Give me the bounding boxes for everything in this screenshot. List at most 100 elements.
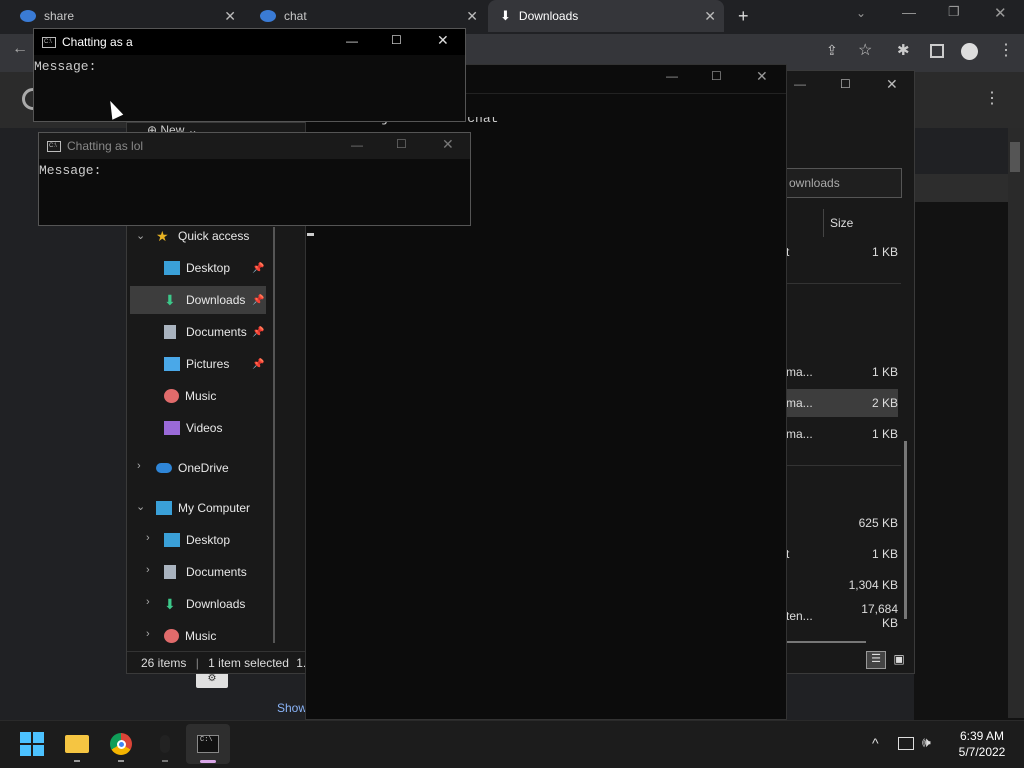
title-bar[interactable]: C:\ Chatting as a — ☐ ✕	[34, 29, 465, 55]
pin-icon[interactable]: 📌	[252, 295, 264, 306]
maximize-icon[interactable]: ☐	[391, 33, 402, 47]
column-divider	[823, 209, 824, 237]
large-icons-view-icon[interactable]: ▣	[890, 651, 908, 669]
list-item[interactable]: 1,304 KB	[786, 571, 898, 599]
windows-icon	[20, 732, 44, 756]
download-icon: ⬇	[164, 596, 176, 612]
menu-icon[interactable]: ⋮	[998, 40, 1014, 60]
chevron-right-icon[interactable]: ›	[146, 628, 150, 640]
pin-icon[interactable]: 📌	[252, 359, 264, 370]
chrome-taskbar-button[interactable]	[105, 729, 137, 759]
close-tab-icon[interactable]: ✕	[704, 8, 716, 25]
close-tab-icon[interactable]: ✕	[224, 8, 236, 25]
list-item[interactable]: ma... 1 KB	[786, 420, 898, 448]
list-item[interactable]: ma... 1 KB	[786, 358, 898, 386]
page-scrollbar[interactable]	[1008, 128, 1024, 718]
nav-item-desktop[interactable]: Desktop	[164, 254, 230, 282]
nav-scrollbar[interactable]	[273, 227, 275, 643]
tab-label: Downloads	[518, 9, 579, 23]
terminal-taskbar-button[interactable]: C:\	[192, 729, 224, 759]
extensions-icon[interactable]: ✱	[897, 41, 910, 59]
list-item[interactable]: ten... 17,684 KB	[786, 602, 898, 630]
list-item-selected[interactable]: ma... 2 KB	[786, 389, 898, 417]
list-item[interactable]: t1 KB	[786, 238, 898, 266]
nav-onedrive[interactable]: OneDrive	[156, 454, 229, 482]
status-bar: 26 items | 1 item selected 1.6	[141, 656, 313, 670]
nav-my-computer[interactable]: My Computer	[156, 494, 250, 522]
network-icon[interactable]	[898, 737, 914, 750]
group-divider	[786, 283, 901, 284]
maximize-icon[interactable]: ☐	[396, 137, 407, 151]
nav-item-desktop[interactable]: Desktop	[164, 526, 230, 554]
restore-icon[interactable]: ❐	[948, 4, 960, 20]
edge-tab-icon	[260, 10, 276, 22]
title-bar[interactable]: C:\ Chatting as lol — ☐ ✕	[39, 133, 470, 159]
chevron-down-icon[interactable]: ⌄	[136, 500, 145, 513]
download-icon: ⬇	[500, 8, 511, 23]
minimize-icon[interactable]: —	[351, 138, 363, 152]
column-size[interactable]: Size	[830, 216, 853, 230]
volume-icon[interactable]: 🕪	[922, 734, 931, 751]
list-item[interactable]: t1 KB	[786, 540, 898, 568]
maximize-icon[interactable]: ☐	[840, 77, 851, 91]
close-icon[interactable]: ✕	[437, 32, 449, 49]
tab-downloads[interactable]: ⬇ Downloads ✕	[488, 0, 724, 32]
status-items: 26 items	[141, 656, 187, 670]
chevron-right-icon[interactable]: ›	[137, 460, 141, 472]
side-panel-icon[interactable]	[930, 44, 944, 58]
nav-item-music[interactable]: Music	[164, 382, 216, 410]
music-icon	[164, 389, 179, 403]
close-icon[interactable]: ✕	[886, 76, 898, 93]
pictures-icon	[164, 357, 180, 371]
start-button[interactable]	[16, 729, 48, 759]
music-icon	[164, 629, 179, 643]
file-explorer-taskbar-button[interactable]	[61, 729, 93, 759]
pin-icon[interactable]: 📌	[252, 327, 264, 338]
back-icon[interactable]: ←	[12, 40, 28, 58]
profile-icon[interactable]	[961, 43, 978, 60]
close-tab-icon[interactable]: ✕	[466, 8, 478, 25]
chevron-up-icon[interactable]: ^	[872, 735, 879, 751]
chevron-right-icon[interactable]: ›	[146, 564, 150, 576]
chevron-right-icon[interactable]: ›	[146, 532, 150, 544]
minimize-icon[interactable]: —	[666, 69, 678, 83]
folder-icon	[65, 735, 89, 753]
nav-item-pictures[interactable]: Pictures	[164, 350, 229, 378]
message-prompt[interactable]: Message:	[39, 159, 470, 178]
minimize-icon[interactable]: —	[794, 77, 806, 91]
chevron-right-icon[interactable]: ›	[146, 596, 150, 608]
maximize-icon[interactable]: ☐	[711, 69, 722, 83]
more-icon[interactable]: ⋮	[984, 88, 1000, 108]
list-item[interactable]: 625 KB	[786, 509, 898, 537]
nav-item-downloads[interactable]: ⬇ Downloads	[164, 590, 245, 618]
minimize-icon[interactable]: —	[902, 4, 916, 20]
h-scrollbar[interactable]	[786, 641, 866, 643]
new-tab-button[interactable]: +	[738, 6, 749, 27]
message-prompt[interactable]: Message:	[34, 55, 465, 74]
search-input[interactable]: ownloads	[786, 168, 902, 198]
chevron-down-icon[interactable]: ⌄	[136, 229, 145, 242]
details-view-icon[interactable]: ☰	[866, 651, 886, 669]
show-link[interactable]: Show	[277, 701, 307, 715]
minimize-icon[interactable]: —	[346, 34, 358, 48]
tab-label: chat	[284, 9, 307, 23]
download-icon: ⬇	[164, 292, 176, 308]
tab-label: share	[44, 9, 75, 23]
close-icon[interactable]: ✕	[442, 136, 454, 153]
scrollbar[interactable]	[904, 441, 907, 619]
nav-item-music[interactable]: Music	[164, 622, 216, 650]
nav-item-videos[interactable]: Videos	[164, 414, 222, 442]
nav-item-documents[interactable]: Documents	[164, 318, 247, 346]
share-icon[interactable]: ⇪	[826, 42, 838, 59]
star-icon[interactable]: ☆	[858, 40, 872, 60]
running-indicator	[118, 760, 124, 762]
app-taskbar-button[interactable]	[149, 729, 181, 759]
close-icon[interactable]: ✕	[994, 4, 1007, 22]
nav-item-documents[interactable]: Documents	[164, 558, 247, 586]
clock[interactable]: 6:39 AM 5/7/2022	[952, 729, 1012, 759]
pin-icon[interactable]: 📌	[252, 263, 264, 274]
close-icon[interactable]: ✕	[756, 68, 768, 85]
nav-quick-access[interactable]: ★ Quick access	[156, 222, 249, 250]
nav-item-downloads[interactable]: ⬇ Downloads	[164, 286, 245, 314]
tab-search-icon[interactable]: ⌄	[856, 6, 866, 20]
